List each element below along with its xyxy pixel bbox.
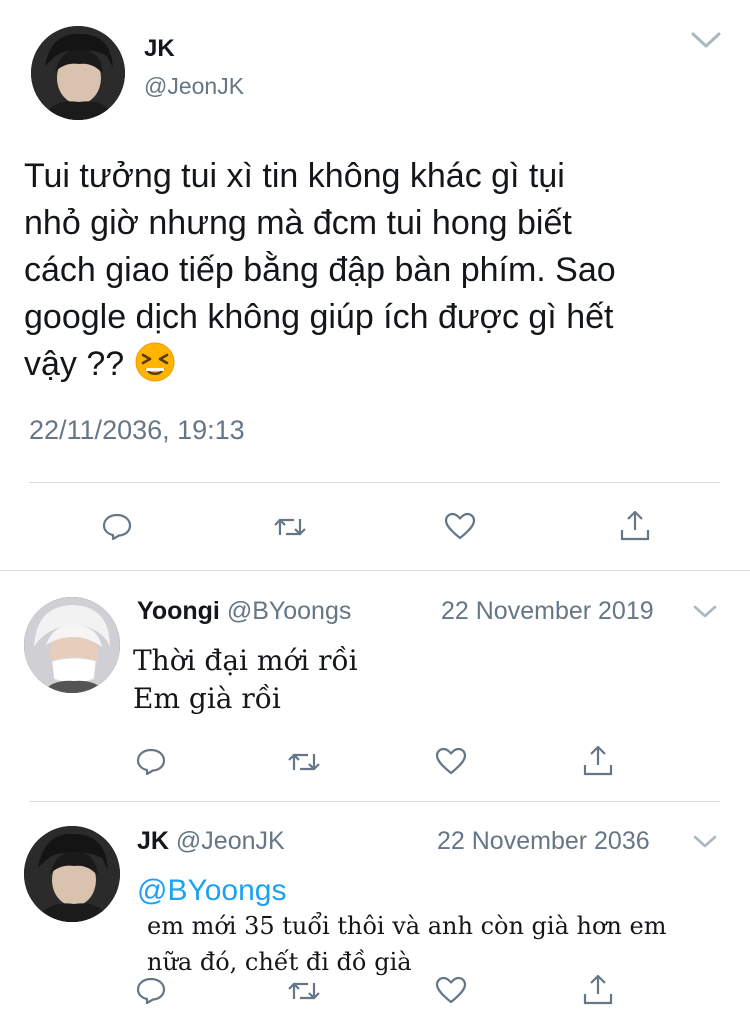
reply-header: Yoongi @BYoongs <box>137 597 351 626</box>
emoji-icon <box>134 341 176 383</box>
reply-text: Thời đại mới rồi Em già rồi <box>133 642 358 718</box>
retweet-icon[interactable] <box>287 748 321 776</box>
reply-text-line: em mới 35 tuổi thôi và anh còn già hơn e… <box>147 912 667 940</box>
reply-date[interactable]: 22 November 2036 <box>437 827 650 856</box>
reply-icon[interactable] <box>102 512 132 540</box>
tweet-text-line: cách giao tiếp bằng đập bàn phím. Sao <box>24 251 616 289</box>
author-handle[interactable]: @JeonJK <box>176 827 285 855</box>
chevron-down-icon[interactable] <box>693 834 717 850</box>
reply-icon[interactable] <box>136 976 166 1004</box>
tweet-text-line: Tui tưởng tui xì tin không khác gì tụi <box>24 157 565 195</box>
tweet-text: Tui tưởng tui xì tin không khác gì tụi n… <box>24 153 724 388</box>
author-name[interactable]: Yoongi <box>137 597 220 625</box>
reply-text-line: Em già rồi <box>133 682 281 715</box>
divider <box>29 482 720 483</box>
like-icon[interactable] <box>435 976 467 1004</box>
author-handle[interactable]: @JeonJK <box>144 73 244 100</box>
chevron-down-icon[interactable] <box>690 30 722 50</box>
retweet-icon[interactable] <box>287 977 321 1005</box>
avatar[interactable] <box>24 826 120 922</box>
reply-icon[interactable] <box>136 747 166 775</box>
mention-link[interactable]: @BYoongs <box>137 874 286 908</box>
section-divider <box>30 801 720 802</box>
share-icon[interactable] <box>619 508 651 542</box>
author-name[interactable]: JK <box>144 35 175 63</box>
chevron-down-icon[interactable] <box>693 604 717 620</box>
avatar[interactable] <box>31 26 125 120</box>
reply-text: em mới 35 tuổi thôi và anh còn già hơn e… <box>147 908 666 980</box>
tweet-text-last: vậy ?? <box>24 345 125 383</box>
section-divider <box>0 570 750 571</box>
avatar[interactable] <box>24 597 120 693</box>
like-icon[interactable] <box>435 747 467 775</box>
reply-date[interactable]: 22 November 2019 <box>441 597 654 626</box>
retweet-icon[interactable] <box>273 513 307 541</box>
reply-header: JK @JeonJK <box>137 827 285 856</box>
reply-text-line: Thời đại mới rồi <box>133 644 358 677</box>
like-icon[interactable] <box>444 512 476 540</box>
tweet-text-line: nhỏ giờ nhưng mà đcm tui hong biết <box>24 204 572 242</box>
tweet-text-line: vậy ?? <box>24 341 724 388</box>
share-icon[interactable] <box>582 972 614 1006</box>
tweet-text-line: google dịch không giúp ích được gì hết <box>24 298 614 336</box>
share-icon[interactable] <box>582 743 614 777</box>
author-name[interactable]: JK <box>137 827 169 855</box>
author-handle[interactable]: @BYoongs <box>227 597 352 625</box>
timestamp[interactable]: 22/11/2036, 19:13 <box>29 415 245 446</box>
